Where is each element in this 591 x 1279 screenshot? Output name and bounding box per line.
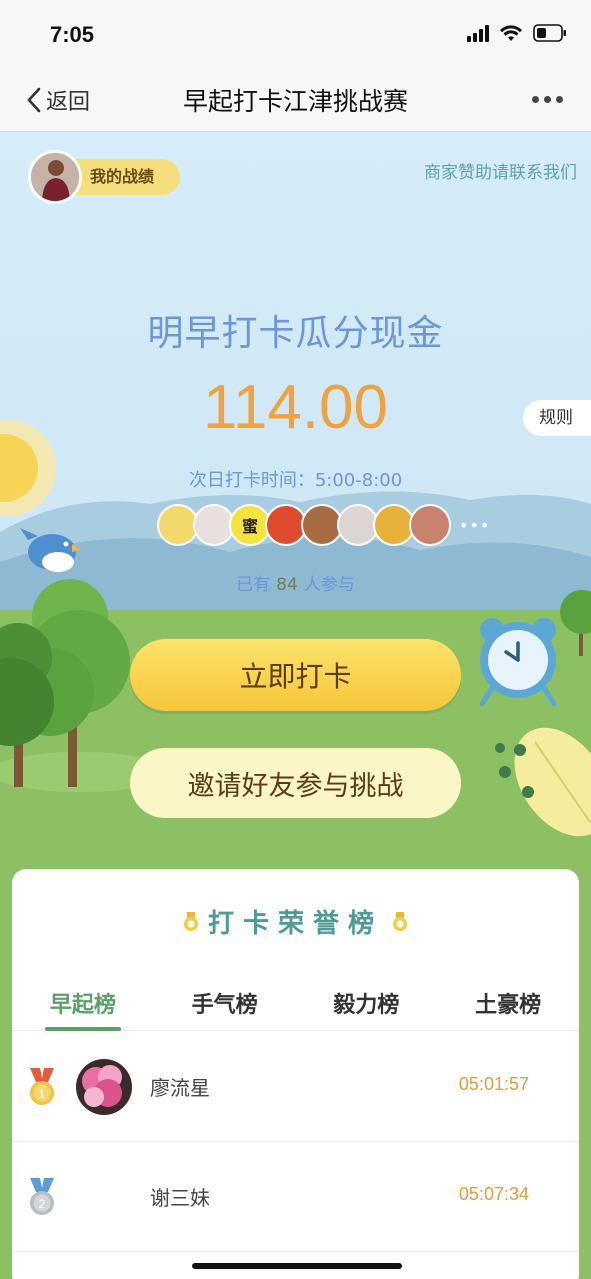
participant-avatars[interactable]: 蜜 ••• (157, 504, 490, 546)
more-avatars-icon: ••• (459, 515, 491, 535)
rank-name: 廖流星 (150, 1076, 210, 1100)
prize-headline: 明早打卡瓜分现金 (147, 313, 444, 354)
wifi-icon (500, 25, 522, 41)
rank-name: 谢三妹 (150, 1186, 210, 1210)
tab-early-bird[interactable]: 早起榜 (12, 981, 154, 1031)
rank-time: 05:01:57 (458, 1074, 529, 1094)
leaderboard-title-text: 打卡荣誉榜 (207, 909, 383, 939)
participants-number: 84 (276, 575, 298, 595)
prize-amount: 114.00 (202, 373, 389, 442)
signal-icon (467, 24, 489, 42)
gold-medal-icon: 1 (30, 1068, 54, 1105)
home-indicator (192, 1263, 402, 1269)
hero-scene: 我的战绩 商家赞助请联系我们 明早打卡瓜分现金 114.00 规则 次日打卡时间… (0, 132, 591, 872)
rank-time: 05:07:34 (458, 1184, 529, 1204)
status-time: 7:05 (50, 22, 95, 47)
invite-friends-button[interactable]: 邀请好友参与挑战 (130, 748, 461, 818)
status-icons (467, 24, 567, 42)
avatar (409, 504, 451, 546)
avatar (28, 150, 82, 204)
rules-button[interactable]: 规则 (523, 400, 591, 436)
medal-icon (393, 911, 407, 931)
tab-luck[interactable]: 手气榜 (154, 981, 296, 1030)
honor-leaderboard: 打卡荣誉榜 早起榜 手气榜 毅力榜 土豪榜 1 廖流星 05:01:57 2 谢… (12, 869, 579, 1279)
svg-text:2: 2 (39, 1197, 46, 1211)
leaderboard-tabs: 早起榜 手气榜 毅力榜 土豪榜 (12, 981, 579, 1031)
table-row[interactable]: 1 廖流星 05:01:57 (12, 1032, 579, 1142)
silver-medal-icon: 2 (30, 1178, 54, 1215)
more-icon[interactable] (532, 96, 563, 103)
page-title: 早起打卡江津挑战赛 (182, 87, 408, 116)
sponsor-contact-link[interactable]: 商家赞助请联系我们 (424, 158, 577, 183)
status-bar: 7:05 (0, 0, 591, 66)
checkin-button[interactable]: 立即打卡 (130, 639, 461, 711)
table-row[interactable]: 2 谢三妹 05:07:34 (12, 1142, 579, 1252)
participants-suffix: 人参与 (303, 575, 355, 595)
avatar (76, 1059, 132, 1115)
medal-icon (183, 911, 198, 931)
checkin-time: 次日打卡时间：5:00-8:00 (188, 470, 403, 491)
participants-prefix: 已有 (236, 575, 271, 595)
nav-bar: 返回 早起打卡江津挑战赛 (0, 66, 591, 132)
my-record-button[interactable]: 我的战绩 (28, 150, 181, 204)
tab-persistence[interactable]: 毅力榜 (296, 981, 438, 1030)
tab-wealthy[interactable]: 土豪榜 (437, 981, 579, 1030)
svg-text:1: 1 (39, 1087, 46, 1101)
avatar (76, 1169, 132, 1225)
battery-icon (533, 24, 566, 42)
participant-count: 已有 84 人参与 (0, 570, 591, 595)
leaderboard-title: 打卡荣誉榜 (12, 903, 579, 940)
